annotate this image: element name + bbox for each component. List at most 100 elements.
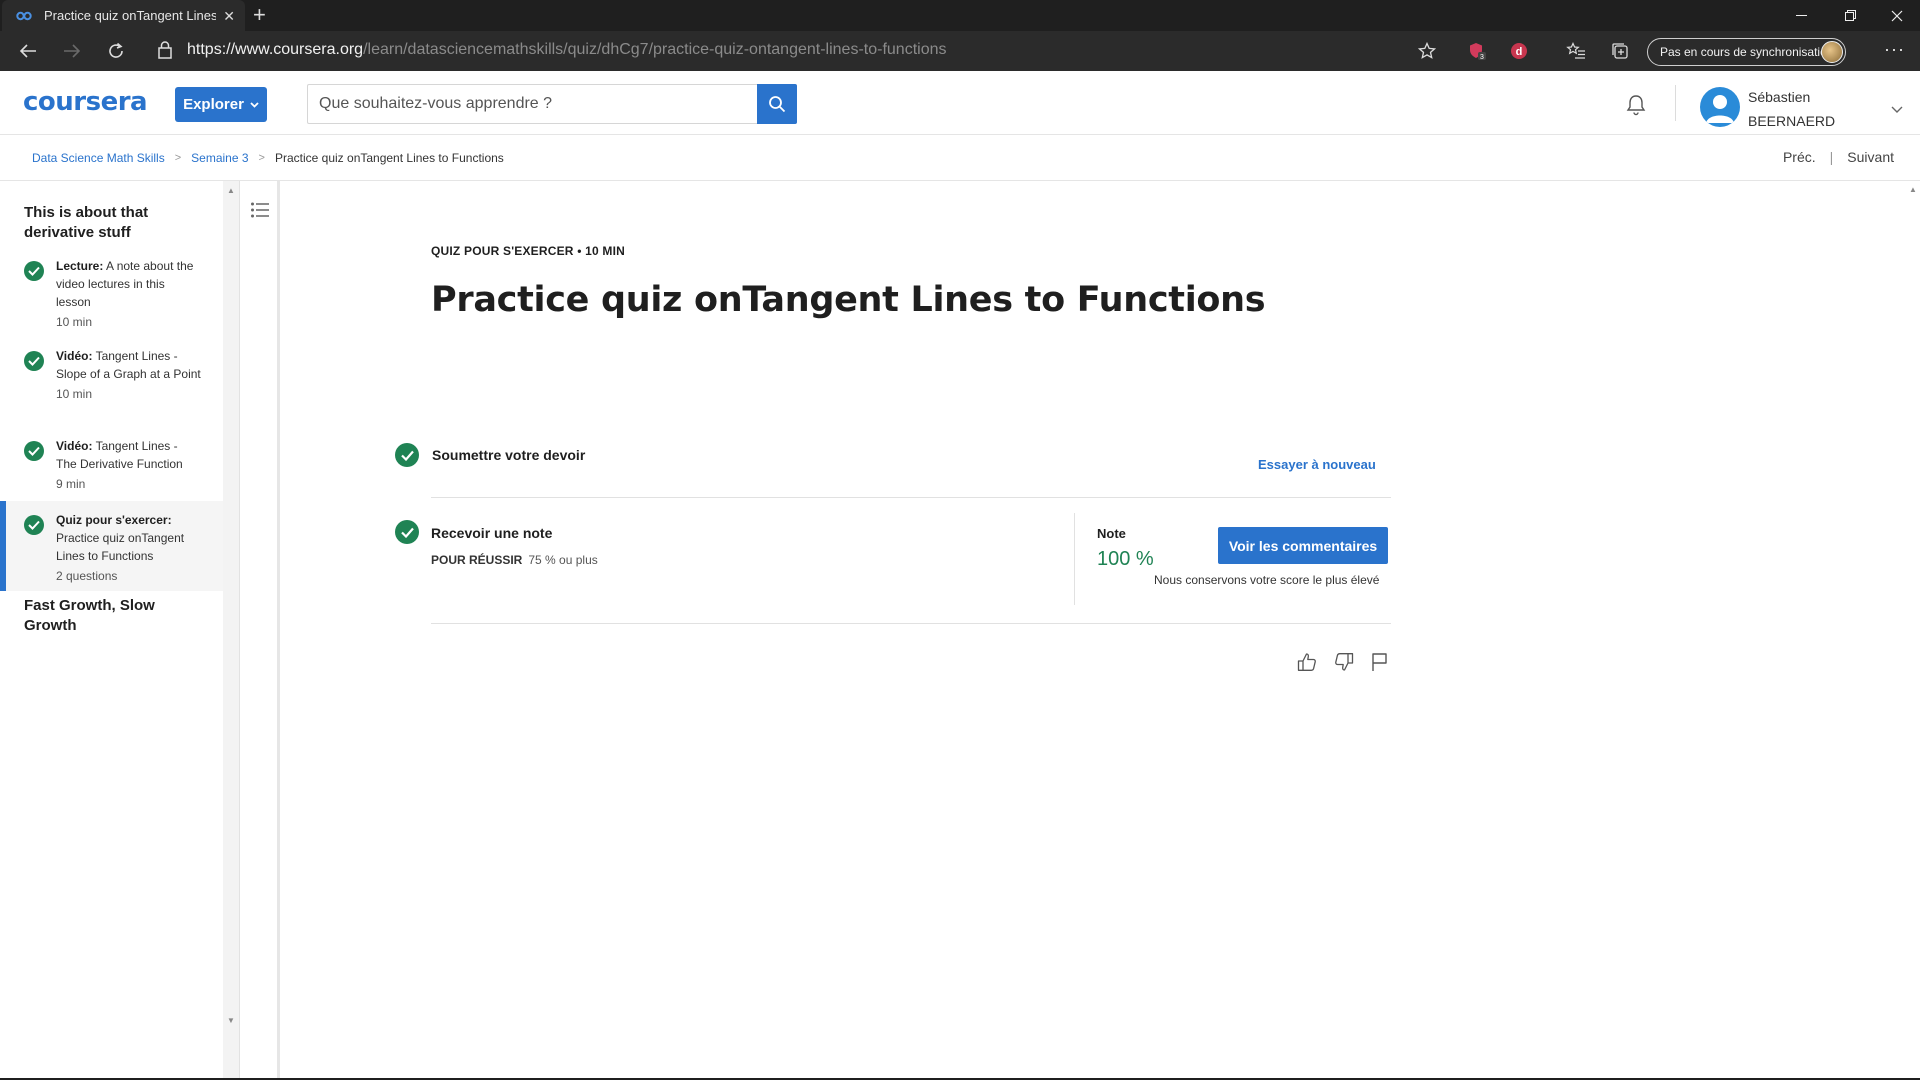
browser-tab-active[interactable]: Practice quiz onTangent Lines to ✕ [2, 0, 245, 31]
new-tab-icon[interactable]: + [253, 4, 266, 26]
item-meta: 10 min [56, 315, 93, 329]
item-meta: 2 questions [56, 569, 118, 583]
chevron-down-icon [250, 101, 259, 108]
dislike-icon[interactable] [1333, 651, 1355, 673]
item-type: Vidéo: [56, 439, 93, 453]
user-last-name: BEERNAERD [1748, 113, 1836, 129]
course-sidebar: This is about that derivative stuff Lect… [0, 181, 223, 1080]
page-scroll-up-icon[interactable]: ▲ [1909, 185, 1917, 194]
grade-step-title: Recevoir une note [431, 525, 553, 541]
retry-link[interactable]: Essayer à nouveau [1258, 457, 1376, 472]
keep-highest-note: Nous conservons votre score le plus élev… [1154, 573, 1380, 587]
prev-link[interactable]: Préc. [1783, 149, 1816, 165]
page-title: Practice quiz onTangent Lines to Functio… [431, 280, 1266, 320]
grade-step-check-icon [395, 520, 419, 544]
notification-bell-icon[interactable] [1624, 93, 1648, 122]
completed-check-icon [24, 441, 44, 461]
forward-icon[interactable] [60, 39, 84, 63]
back-icon[interactable] [16, 39, 40, 63]
sync-label: Pas en cours de synchronisation [1660, 45, 1834, 59]
close-window-icon[interactable] [1875, 0, 1919, 31]
url-field[interactable]: https://www.coursera.org/learn/datascien… [187, 41, 947, 59]
favorite-star-icon[interactable] [1416, 40, 1438, 62]
pass-requirement: POUR RÉUSSIR 75 % ou plus [431, 553, 598, 567]
profile-avatar [1821, 41, 1843, 63]
grade-value: 100 % [1097, 548, 1154, 570]
submit-step-check-icon [395, 443, 419, 467]
restore-icon[interactable] [1829, 0, 1873, 31]
sidebar-item-quiz[interactable]: Quiz pour s'exercer: Practice quiz onTan… [0, 501, 223, 591]
coursera-logo[interactable]: coursera [23, 87, 148, 117]
explore-button[interactable]: Explorer [175, 87, 267, 122]
sidebar-scrollbar[interactable] [223, 181, 240, 1080]
section-divider [431, 497, 1391, 498]
search-input[interactable]: Que souhaitez-vous apprendre ? [307, 84, 758, 124]
user-avatar[interactable] [1700, 87, 1740, 127]
more-menu-icon[interactable]: ··· [1884, 39, 1905, 60]
search-placeholder: Que souhaitez-vous apprendre ? [319, 95, 553, 112]
user-first-name: Sébastien [1748, 89, 1811, 105]
scroll-down-icon[interactable]: ▼ [227, 1016, 235, 1025]
module-title[interactable]: This is about that derivative stuff [24, 203, 204, 243]
grade-label: Note [1097, 526, 1126, 541]
item-type: Lecture: [56, 259, 104, 273]
user-name[interactable]: Sébastien BEERNAERD [1748, 85, 1835, 133]
svg-text:d: d [1516, 46, 1523, 58]
sidebar-item-video-2[interactable]: Vidéo: Tangent Lines - The Derivative Fu… [0, 437, 223, 499]
pass-label: POUR RÉUSSIR [431, 553, 523, 567]
report-flag-icon[interactable] [1369, 651, 1391, 673]
pass-value: 75 % ou plus [528, 553, 598, 567]
refresh-icon[interactable] [104, 39, 128, 63]
extension-d-icon[interactable]: d [1508, 40, 1530, 62]
browser-tab-bar: Practice quiz onTangent Lines to ✕ + [0, 0, 1920, 31]
breadcrumb-separator-icon: > [174, 152, 182, 164]
item-type: Quiz pour s'exercer: [56, 513, 172, 527]
search-button[interactable] [757, 84, 797, 124]
explore-label: Explorer [183, 96, 244, 113]
section-divider [431, 623, 1391, 624]
scroll-up-icon[interactable]: ▲ [227, 186, 235, 195]
svg-text:3: 3 [1480, 54, 1484, 61]
item-meta: 9 min [56, 477, 86, 491]
address-bar: https://www.coursera.org/learn/datascien… [0, 31, 1920, 71]
like-icon[interactable] [1296, 651, 1318, 673]
lock-icon[interactable] [158, 41, 172, 64]
course-outline-icon[interactable] [250, 201, 270, 224]
breadcrumb-week[interactable]: Semaine 3 [191, 151, 248, 165]
item-meta: 10 min [56, 387, 93, 401]
tab-close-icon[interactable]: ✕ [223, 8, 235, 25]
breadcrumb: Data Science Math Skills > Semaine 3 > P… [32, 151, 504, 165]
nav-separator: | [1829, 149, 1834, 165]
page-scrollbar[interactable]: ▲ [1906, 181, 1920, 1080]
coursera-favicon-icon [16, 8, 32, 24]
breadcrumb-course[interactable]: Data Science Math Skills [32, 151, 165, 165]
search-icon [769, 96, 786, 113]
favorites-icon[interactable] [1565, 40, 1587, 62]
submit-step-title: Soumettre votre devoir [432, 447, 586, 463]
sidebar-toggle-column [241, 181, 280, 1080]
user-menu-chevron-icon[interactable] [1891, 101, 1903, 119]
breadcrumb-divider [0, 180, 1920, 181]
extension-shield-icon[interactable]: 3 [1466, 40, 1488, 62]
header-divider [1675, 85, 1676, 121]
item-type: Vidéo: [56, 349, 93, 363]
next-link[interactable]: Suivant [1847, 149, 1894, 165]
item-kicker: QUIZ POUR S'EXERCER • 10 MIN [431, 244, 626, 258]
view-feedback-button[interactable]: Voir les commentaires [1218, 527, 1388, 564]
completed-check-icon [24, 261, 44, 281]
completed-check-icon [24, 515, 44, 535]
sync-status-button[interactable]: Pas en cours de synchronisation [1647, 38, 1846, 66]
collections-icon[interactable] [1609, 40, 1631, 62]
item-title: Practice quiz onTangent Lines to Functio… [56, 531, 185, 563]
tab-title: Practice quiz onTangent Lines to [44, 8, 216, 23]
prev-next-nav: Préc. | Suivant [1783, 149, 1894, 165]
next-module-title[interactable]: Fast Growth, Slow Growth [24, 596, 204, 636]
sidebar-item-lecture[interactable]: Lecture: A note about the video lectures… [0, 257, 223, 337]
breadcrumb-separator-icon: > [258, 152, 265, 164]
completed-check-icon [24, 351, 44, 371]
sidebar-item-video-1[interactable]: Vidéo: Tangent Lines - Slope of a Graph … [0, 347, 223, 427]
grade-divider [1074, 513, 1075, 605]
site-header: coursera Explorer Que souhaitez-vous app… [0, 71, 1920, 135]
minimize-icon[interactable] [1780, 0, 1824, 31]
breadcrumb-current: Practice quiz onTangent Lines to Functio… [274, 151, 504, 165]
